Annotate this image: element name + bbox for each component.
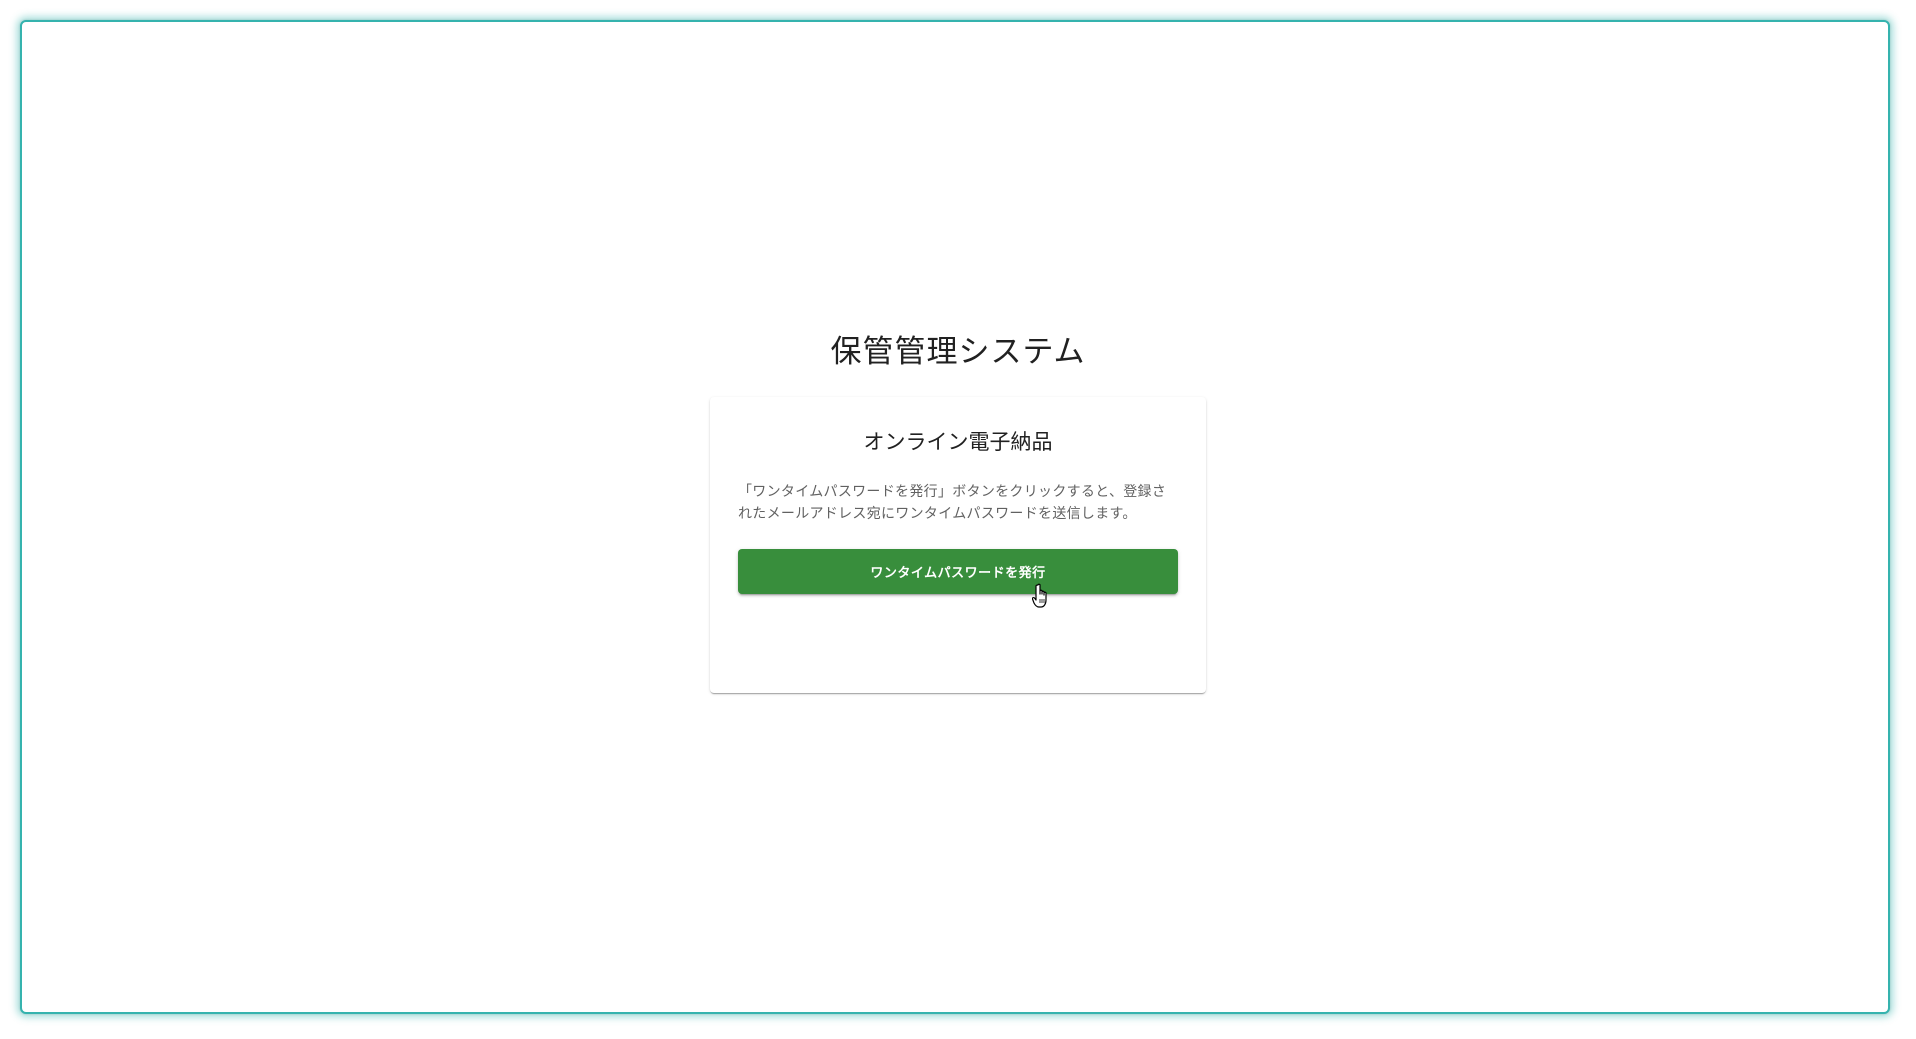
- login-card: オンライン電子納品 「ワンタイムパスワードを発行」ボタンをクリックすると、登録さ…: [710, 397, 1206, 693]
- card-description: 「ワンタイムパスワードを発行」ボタンをクリックすると、登録されたメールアドレス宛…: [738, 484, 1167, 522]
- card-title: オンライン電子納品: [863, 430, 1053, 454]
- page-title: 保管管理システム: [830, 334, 1086, 370]
- issue-one-time-password-button[interactable]: ワンタイムパスワードを発行: [738, 549, 1178, 594]
